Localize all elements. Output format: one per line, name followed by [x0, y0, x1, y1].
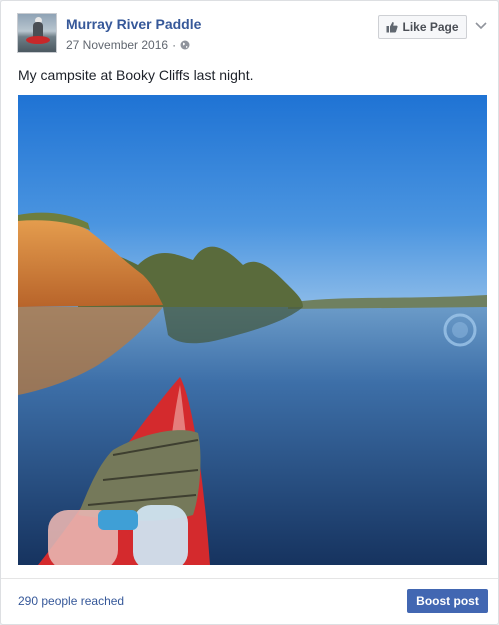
like-page-button[interactable]: Like Page — [378, 15, 467, 39]
post-text: My campsite at Booky Cliffs last night. — [18, 67, 254, 83]
post-card: Murray River Paddle 27 November 2016 · L… — [0, 0, 499, 625]
thumbs-up-icon — [386, 22, 399, 33]
meta-separator: · — [172, 38, 177, 52]
bottle-label — [98, 510, 138, 530]
post-date[interactable]: 27 November 2016 — [66, 38, 168, 52]
post-photo[interactable] — [18, 95, 487, 565]
avatar-kayak — [26, 36, 50, 44]
people-reached-link[interactable]: 290 people reached — [18, 594, 124, 608]
post-header: Murray River Paddle 27 November 2016 · L… — [17, 13, 488, 57]
globe-icon[interactable] — [180, 40, 190, 50]
camera-ring-inner — [452, 322, 468, 338]
page-avatar[interactable] — [17, 13, 57, 53]
footer-divider — [1, 578, 498, 579]
boost-post-button[interactable]: Boost post — [407, 589, 488, 613]
water-bottle-right — [133, 505, 188, 565]
page-name-link[interactable]: Murray River Paddle — [66, 16, 201, 32]
like-page-label: Like Page — [402, 20, 459, 34]
post-meta: 27 November 2016 · — [66, 38, 190, 52]
chevron-down-icon[interactable] — [474, 21, 488, 31]
